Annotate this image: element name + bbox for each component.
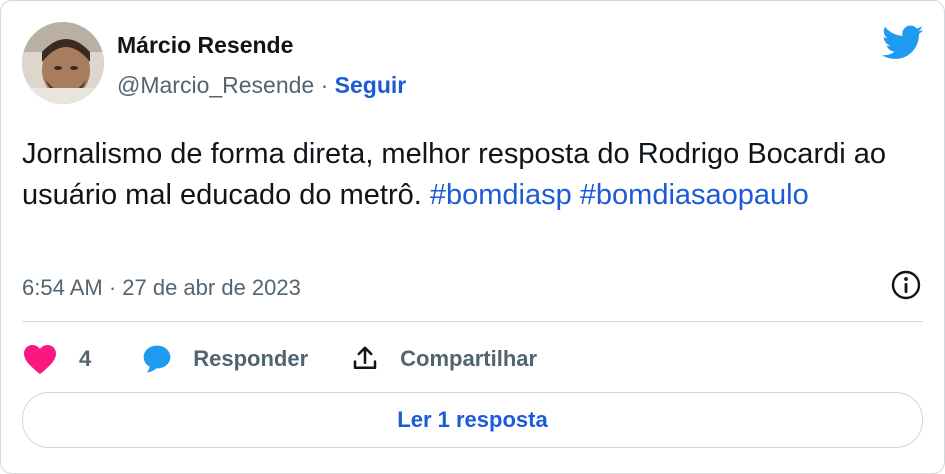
like-button[interactable]: 4 — [22, 343, 91, 375]
author-handle[interactable]: @Marcio_Resende — [117, 72, 314, 98]
timestamp[interactable]: 6:54 AM · 27 de abr de 2023 — [22, 275, 301, 301]
tweet-card: Márcio Resende @Marcio_Resende · Seguir … — [0, 0, 945, 474]
reply-button[interactable]: Responder — [141, 343, 308, 375]
share-button[interactable]: Compartilhar — [350, 344, 537, 374]
heart-icon — [24, 345, 56, 375]
divider — [22, 321, 923, 322]
separator: · — [320, 72, 329, 98]
handle-row: @Marcio_Resende · Seguir — [117, 72, 406, 99]
share-icon — [353, 346, 377, 369]
hashtag-link[interactable]: #bomdiasaopaulo — [580, 179, 809, 211]
action-bar: 4 Responder Compartilhar — [22, 341, 537, 377]
reply-label: Responder — [193, 346, 309, 371]
reply-bubble-icon — [143, 345, 171, 373]
hashtag-link[interactable]: #bomdiasp — [430, 179, 572, 211]
share-label: Compartilhar — [400, 346, 538, 371]
twitter-bird-icon[interactable] — [882, 25, 924, 61]
tweet-text: Jornalismo de forma direta, melhor respo… — [22, 134, 922, 216]
read-replies-button[interactable]: Ler 1 resposta — [22, 392, 923, 448]
avatar[interactable] — [22, 22, 104, 104]
follow-button[interactable]: Seguir — [335, 72, 407, 98]
read-replies-label: Ler 1 resposta — [397, 407, 548, 432]
info-icon[interactable] — [890, 269, 922, 301]
like-count: 4 — [79, 346, 92, 371]
author-name[interactable]: Márcio Resende — [117, 32, 293, 59]
